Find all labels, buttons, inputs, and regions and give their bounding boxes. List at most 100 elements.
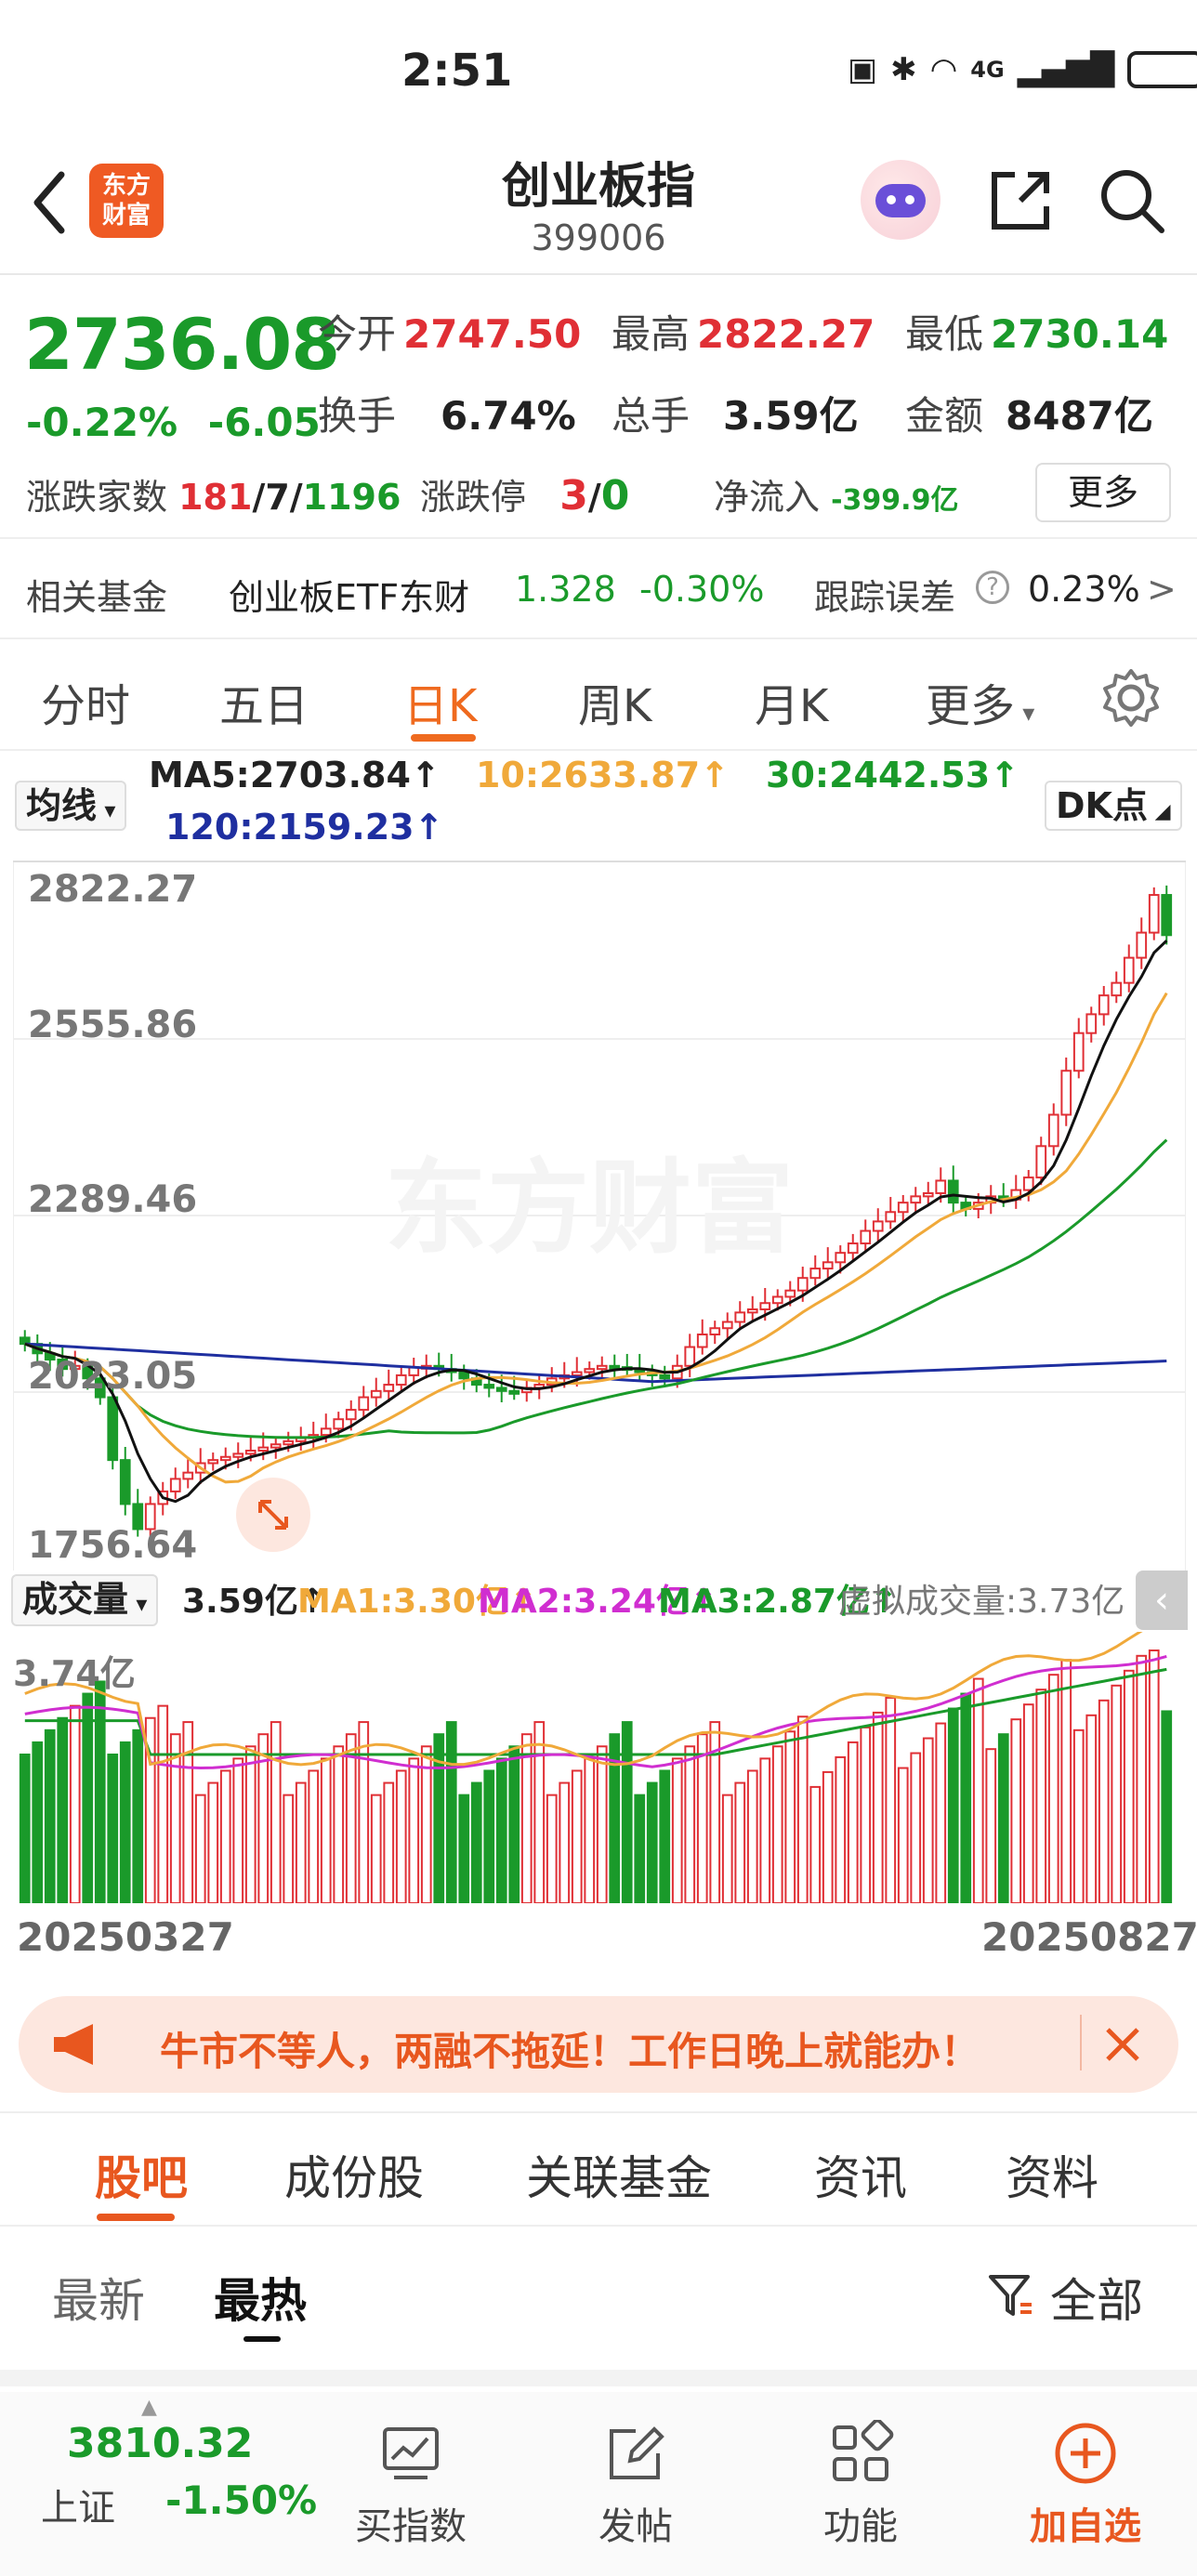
- tab-related-funds[interactable]: 关联基金: [526, 2141, 712, 2208]
- volume-svg: [19, 1618, 1173, 1905]
- promo-text: 牛市不等人，两融不拖延！工作日晚上就能办！: [160, 2029, 980, 2074]
- volume-bar: [107, 1754, 119, 1904]
- tab-news[interactable]: 资讯: [814, 2141, 907, 2208]
- volume-bar: [408, 1757, 420, 1904]
- price-axis-label: 1756.64: [28, 1524, 198, 1567]
- volume-bar: [1161, 1710, 1173, 1904]
- close-icon[interactable]: [1100, 2022, 1145, 2067]
- share-icon[interactable]: [983, 164, 1058, 238]
- candle-body: [370, 1389, 382, 1399]
- search-icon[interactable]: [1095, 164, 1169, 238]
- collapse-panel-icon[interactable]: ‹: [1136, 1571, 1188, 1630]
- volume-bar: [734, 1781, 746, 1904]
- volume-bar: [119, 1741, 131, 1904]
- ma10-value: 10:2633.87↑: [476, 755, 730, 795]
- candle-body: [1060, 1070, 1072, 1116]
- candle-body: [358, 1396, 370, 1412]
- tab-more[interactable]: 更多 ▾: [926, 669, 1034, 734]
- volume-bar: [621, 1721, 633, 1904]
- volume-bar: [872, 1711, 884, 1904]
- candle-body: [796, 1277, 809, 1292]
- expand-icon[interactable]: [236, 1478, 310, 1552]
- help-icon[interactable]: ?: [976, 571, 1009, 604]
- gear-icon[interactable]: [1098, 665, 1164, 730]
- fund-label: 相关基金: [26, 577, 168, 618]
- candle-body: [182, 1471, 194, 1480]
- volume-bar: [960, 1692, 972, 1904]
- candle-body: [395, 1373, 407, 1387]
- volume-bar: [194, 1794, 206, 1905]
- tab-daily-k[interactable]: 日K: [403, 669, 477, 734]
- candle-body: [872, 1220, 884, 1232]
- candle-body: [1047, 1113, 1059, 1148]
- tab-five-day[interactable]: 五日: [219, 669, 309, 734]
- candle-body: [759, 1302, 771, 1310]
- volume-bar: [19, 1754, 31, 1904]
- volume-bar: [395, 1769, 407, 1904]
- battery-icon: [1127, 51, 1197, 88]
- candle-body: [1085, 1013, 1098, 1034]
- tab-intraday[interactable]: 分时: [41, 669, 130, 734]
- tab-profile[interactable]: 资料: [1006, 2141, 1098, 2208]
- assistant-avatar-icon[interactable]: [861, 160, 940, 240]
- volume-bar: [771, 1745, 783, 1905]
- promo-banner[interactable]: 牛市不等人，两融不拖延！工作日晚上就能办！: [19, 1996, 1178, 2093]
- volume-selector[interactable]: 成交量 ▾: [11, 1574, 159, 1626]
- post-button[interactable]: 发帖: [561, 2420, 710, 2550]
- buy-index-button[interactable]: 买指数: [336, 2420, 485, 2550]
- volume-bar: [546, 1794, 558, 1905]
- change-pct: -0.22%: [26, 400, 178, 445]
- candle-body: [659, 1373, 671, 1380]
- post-sort-tabs: 最新 最热 全部: [0, 2228, 1197, 2386]
- tab-hot[interactable]: 最热: [214, 2264, 307, 2331]
- candle-body: [1161, 894, 1173, 937]
- volume-bar: [508, 1745, 520, 1905]
- candle-body: [169, 1478, 181, 1492]
- volume-bar: [1148, 1649, 1160, 1904]
- volume-bar: [910, 1752, 922, 1904]
- volume-bar: [69, 1704, 81, 1904]
- volume-bar: [533, 1721, 546, 1904]
- filter-all[interactable]: 全部: [1050, 2264, 1143, 2331]
- fund-price: 1.328: [515, 569, 616, 610]
- candle-body: [483, 1384, 495, 1389]
- tab-weekly-k[interactable]: 周K: [578, 669, 651, 734]
- related-fund-bar[interactable]: 相关基金 创业板ETF东财 1.328 -0.30% 跟踪误差 ? 0.23% …: [0, 537, 1197, 639]
- volume-bar: [972, 1677, 984, 1904]
- volume-bar: [696, 1733, 708, 1904]
- kline-chart[interactable]: 东方财富 2822.27 2555.86 2289.46 2023.05 175…: [12, 861, 1187, 1571]
- tab-monthly-k[interactable]: 月K: [755, 669, 828, 734]
- dk-point-selector[interactable]: DK点 ◢: [1045, 781, 1182, 831]
- tab-latest[interactable]: 最新: [52, 2264, 145, 2331]
- tab-forum[interactable]: 股吧: [95, 2141, 188, 2208]
- volume-bar: [244, 1745, 256, 1905]
- volume-bar: [219, 1769, 231, 1904]
- header: 东方 财富 创业板指 399006: [0, 139, 1197, 275]
- volume-bar: [759, 1757, 771, 1904]
- add-watchlist-button[interactable]: 加自选: [1011, 2420, 1160, 2550]
- volume-bar: [495, 1757, 507, 1904]
- volume-bar: [671, 1757, 683, 1904]
- volume-bar: [320, 1757, 332, 1904]
- candle-body: [508, 1389, 520, 1395]
- volume-bar: [44, 1728, 56, 1905]
- change-value: -6.05: [207, 400, 321, 445]
- candle-body: [270, 1443, 282, 1449]
- volume-bar: [985, 1748, 997, 1904]
- volume-bar: [182, 1721, 194, 1904]
- wifi-icon: ◠: [929, 51, 958, 88]
- tab-constituents[interactable]: 成份股: [284, 2141, 424, 2208]
- more-button[interactable]: 更多: [1035, 463, 1171, 522]
- candle-body: [383, 1384, 395, 1392]
- candle-body: [495, 1387, 507, 1392]
- price-axis-label: 2023.05: [28, 1355, 198, 1398]
- candle-body: [1123, 956, 1135, 984]
- functions-button[interactable]: 功能: [786, 2420, 935, 2550]
- chart-icon: [383, 2427, 439, 2479]
- candle-body: [910, 1195, 922, 1204]
- filter-icon[interactable]: [987, 2271, 1035, 2320]
- volume-bar: [822, 1770, 834, 1904]
- sh-index-price[interactable]: 3810.32: [67, 2420, 253, 2467]
- net-inflow: 净流入 -399.9亿: [714, 477, 959, 518]
- ma-selector[interactable]: 均线 ▾: [15, 781, 127, 831]
